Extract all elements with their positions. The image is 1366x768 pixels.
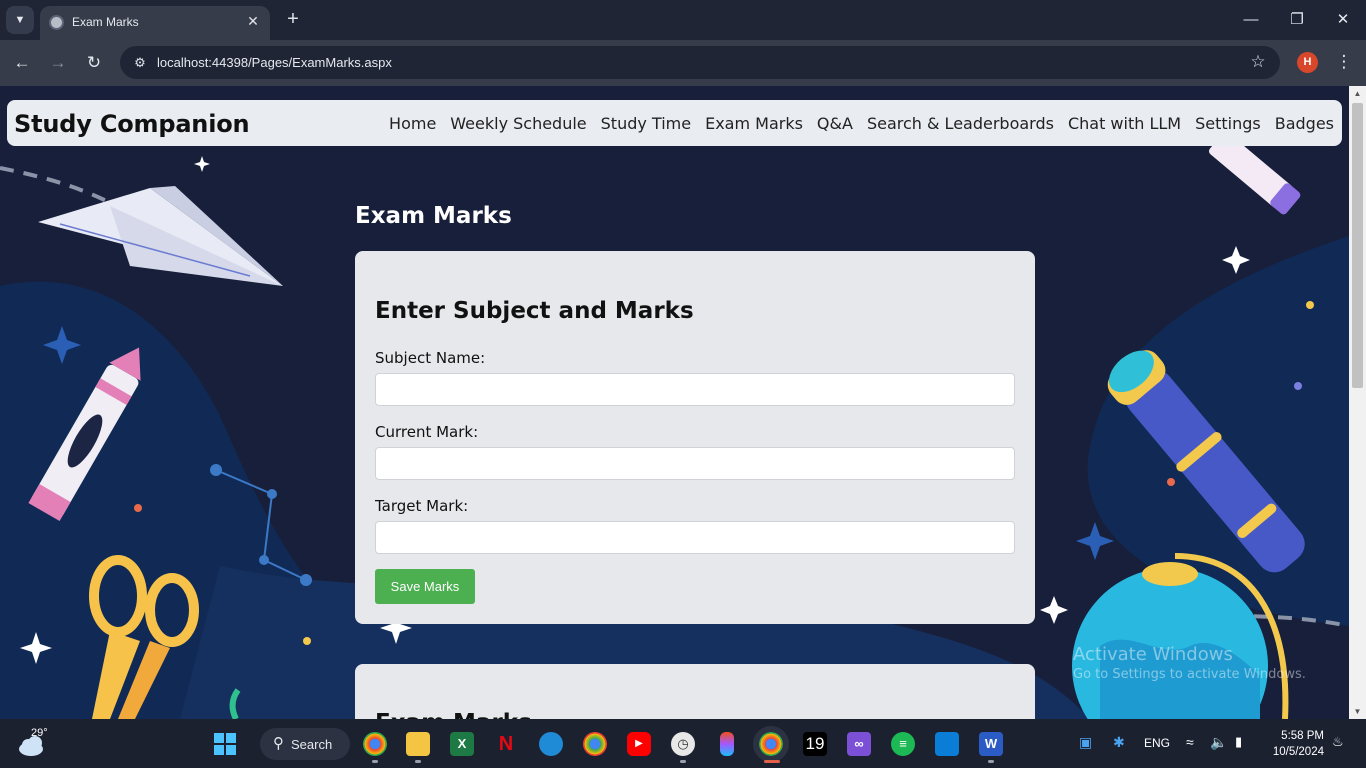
file-explorer-icon[interactable] [406,732,430,756]
edge-icon[interactable] [539,732,563,756]
clock-time: 5:58 PM [1281,730,1324,742]
scroll-up-arrow-icon[interactable]: ▲ [1349,86,1366,101]
profile-avatar[interactable]: H [1297,52,1318,73]
taskbar-search-button[interactable]: ⚲ Search [260,728,350,760]
nav-link-home[interactable]: Home [389,114,436,133]
page-title: Exam Marks [355,203,512,229]
active-indicator [764,760,780,763]
taskbar-clock[interactable]: 5:58 PM 10/5/2024 [1266,728,1324,760]
browser-toolbar: ← → ↻ ⚙ localhost:44398/Pages/ExamMarks.… [0,40,1366,86]
globe-icon [49,15,64,30]
weather-temperature[interactable]: 29° [31,727,48,739]
form-title: Enter Subject and Marks [375,298,694,324]
exam-marks-list-card: Exam Marks [355,664,1035,719]
paper-plane-icon [38,186,283,286]
watermark-line-1: Activate Windows [1073,644,1233,665]
store-icon[interactable] [935,732,959,756]
minimize-icon[interactable]: — [1236,8,1266,32]
nav-link-weekly-schedule[interactable]: Weekly Schedule [450,114,586,133]
address-bar[interactable]: ⚙ localhost:44398/Pages/ExamMarks.aspx ☆ [120,46,1280,79]
browser-tabstrip: ▼ Exam Marks ✕ + — ❐ ✕ [0,0,1366,40]
page-viewport: Study Companion Home Weekly Schedule Stu… [0,86,1349,719]
visual-studio-icon[interactable]: ∞ [847,732,871,756]
bookmark-star-icon[interactable]: ☆ [1248,52,1268,72]
nav-link-qa[interactable]: Q&A [817,114,853,133]
chrome-active-icon[interactable] [753,726,789,762]
dot [1167,478,1175,486]
forward-arrow-icon[interactable]: → [46,51,70,75]
browser-menu-icon[interactable]: ⋮ [1334,50,1354,74]
dot [303,637,311,645]
volume-icon[interactable]: 🔈 [1210,734,1227,751]
activate-windows-watermark: Activate Windows Go to Settings to activ… [1073,644,1306,682]
site-navbar: Study Companion Home Weekly Schedule Stu… [7,100,1342,146]
word-icon[interactable]: W [979,732,1003,756]
watermark-line-2: Go to Settings to activate Windows. [1073,667,1306,682]
marks-entry-card: Enter Subject and Marks Subject Name: Cu… [355,251,1035,624]
chrome-profile-icon[interactable] [583,732,607,756]
marks-list-title: Exam Marks [375,710,532,719]
battery-icon[interactable]: ▮ [1235,734,1242,750]
tab-close-icon[interactable]: ✕ [244,12,262,30]
back-arrow-icon[interactable]: ← [10,51,34,75]
wifi-icon[interactable]: ≈ [1186,734,1194,750]
background-blob [1087,236,1349,626]
new-tab-plus-icon[interactable]: + [282,8,304,30]
scroll-down-arrow-icon[interactable]: ▼ [1349,704,1366,719]
scroll-thumb[interactable] [1352,103,1363,388]
dot [134,504,142,512]
clock-date: 10/5/2024 [1272,746,1324,758]
windows-taskbar: 29° ⚲ Search X N ▶ ◷ 19 ∞ ≡ W ▣ ✱ ENG ≈ … [0,719,1366,768]
netflix-icon[interactable]: N [494,732,518,756]
nav-link-exam-marks[interactable]: Exam Marks [705,114,803,133]
target-mark-label: Target Mark: [375,497,469,515]
windows-start-icon[interactable] [213,732,237,756]
url-text[interactable]: localhost:44398/Pages/ExamMarks.aspx [157,55,392,70]
nav-link-study-time[interactable]: Study Time [601,114,691,133]
tab-title: Exam Marks [72,15,139,29]
running-indicator [372,760,378,763]
calendar-app-icon[interactable]: 19 [803,732,827,756]
notification-bell-icon[interactable]: ♨ [1332,734,1344,750]
clock-app-icon[interactable]: ◷ [671,732,695,756]
taskbar-search-label: Search [291,737,333,752]
bluetooth-icon[interactable]: ✱ [1113,734,1125,751]
nav-link-chat-llm[interactable]: Chat with LLM [1068,114,1181,133]
site-brand[interactable]: Study Companion [14,110,250,138]
dot [1294,382,1302,390]
target-mark-input[interactable] [375,521,1015,554]
dot [1306,301,1314,309]
reload-icon[interactable]: ↻ [82,51,106,75]
language-indicator[interactable]: ENG [1144,736,1170,750]
nav-link-badges[interactable]: Badges [1275,114,1334,133]
running-indicator [415,760,421,763]
current-mark-label: Current Mark: [375,423,479,441]
chrome-icon[interactable] [363,732,387,756]
search-icon: ⚲ [273,735,284,752]
excel-icon[interactable]: X [450,732,474,756]
subject-name-input[interactable] [375,373,1015,406]
tray-app-icon[interactable]: ▣ [1079,734,1092,751]
window-close-icon[interactable]: ✕ [1328,8,1358,32]
running-indicator [680,760,686,763]
browser-tab-exam-marks[interactable]: Exam Marks ✕ [40,6,270,40]
figma-icon[interactable] [720,732,734,756]
restore-icon[interactable]: ❐ [1282,8,1312,32]
site-info-icon[interactable]: ⚙ [130,53,150,73]
save-marks-button[interactable]: Save Marks [375,569,475,604]
running-indicator [988,760,994,763]
tab-search-chevron-icon[interactable]: ▼ [6,6,34,34]
site-nav-links: Home Weekly Schedule Study Time Exam Mar… [389,114,1334,133]
subject-name-label: Subject Name: [375,349,486,367]
current-mark-input[interactable] [375,447,1015,480]
spotify-icon[interactable]: ≡ [891,732,915,756]
nav-link-settings[interactable]: Settings [1195,114,1261,133]
dashed-orbit [0,166,121,210]
page-scrollbar[interactable]: ▲ ▼ [1349,86,1366,719]
nav-link-search-leaderboards[interactable]: Search & Leaderboards [867,114,1054,133]
youtube-icon[interactable]: ▶ [627,732,651,756]
